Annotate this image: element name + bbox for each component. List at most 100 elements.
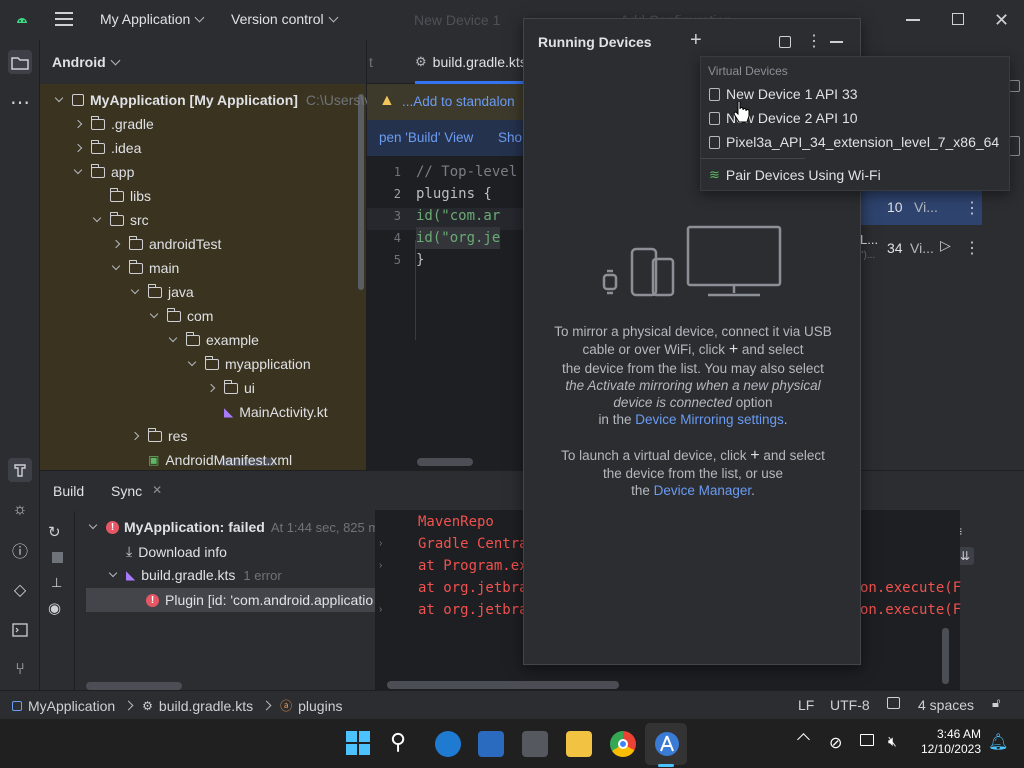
tree-item[interactable]: libs bbox=[94, 184, 151, 208]
inspection-icon[interactable] bbox=[887, 697, 900, 709]
chevron-right-icon[interactable] bbox=[73, 119, 83, 129]
device-mirroring-settings-link[interactable]: Device Mirroring settings bbox=[635, 412, 784, 427]
project-scrollbar[interactable] bbox=[358, 94, 364, 290]
device-manager-link[interactable]: Device Manager bbox=[654, 483, 752, 498]
minimize-window-button[interactable] bbox=[906, 19, 920, 21]
fold-arrow-icon[interactable]: › bbox=[379, 560, 382, 571]
file-encoding[interactable]: UTF-8 bbox=[830, 697, 870, 713]
problems-icon[interactable]: ⓘ bbox=[8, 538, 32, 562]
tree-item[interactable]: myapplication bbox=[187, 352, 311, 376]
chrome-icon[interactable] bbox=[610, 731, 636, 757]
chevron-right-icon[interactable] bbox=[73, 143, 83, 153]
stop-icon[interactable] bbox=[52, 552, 63, 563]
more-vertical-icon[interactable]: ⋮ bbox=[806, 31, 822, 51]
sync-result-root[interactable]: ! MyApplication: failed At 1:44 sec, 825… bbox=[88, 519, 386, 535]
gradle-file-row[interactable]: ◣ build.gradle.kts 1 error bbox=[108, 567, 282, 583]
device-option-1[interactable]: New Device 1 API 33 bbox=[709, 83, 858, 105]
tab-previous[interactable]: t bbox=[369, 54, 373, 70]
tree-item[interactable]: MyApplication [My Application] C:\Users\v… bbox=[54, 88, 379, 112]
notification-bell-icon[interactable]: 🔔︎ bbox=[988, 732, 1008, 752]
chevron-down-icon[interactable] bbox=[54, 93, 64, 103]
git-branch-icon[interactable]: ⑂ bbox=[8, 658, 32, 682]
visual-studio-icon[interactable] bbox=[478, 731, 504, 757]
terminal-icon[interactable] bbox=[8, 618, 32, 642]
unlock-icon[interactable]: 🔓︎ bbox=[992, 695, 1000, 711]
build-hammer-icon[interactable] bbox=[8, 458, 32, 482]
device-row-selected[interactable]: 10 Vi... ⋮ bbox=[860, 190, 982, 225]
android-studio-taskbar-icon[interactable] bbox=[654, 731, 680, 757]
chevron-right-icon[interactable] bbox=[130, 431, 140, 441]
tree-item[interactable]: src bbox=[92, 208, 149, 232]
chevron-down-icon[interactable] bbox=[168, 333, 178, 343]
tree-item[interactable]: .gradle bbox=[73, 112, 154, 136]
close-tab-icon[interactable]: ✕ bbox=[152, 483, 162, 499]
fold-arrow-icon[interactable]: › bbox=[379, 604, 382, 615]
windows-start-icon[interactable] bbox=[346, 731, 370, 755]
project-folder-icon[interactable] bbox=[8, 50, 32, 74]
breadcrumb-symbol[interactable]: plugins bbox=[298, 698, 342, 714]
open-build-view-link[interactable]: pen 'Build' View bbox=[379, 130, 473, 145]
tree-item[interactable]: res bbox=[130, 424, 187, 448]
add-to-standalone-link[interactable]: ...Add to standalon bbox=[402, 94, 515, 109]
display-icon[interactable] bbox=[860, 734, 874, 746]
line-separator[interactable]: LF bbox=[798, 697, 814, 713]
system-clock[interactable]: 3:46 AM 12/10/2023 bbox=[917, 727, 981, 757]
tree-item[interactable]: example bbox=[168, 328, 259, 352]
editor-hscrollbar[interactable] bbox=[417, 458, 473, 466]
device-option-2[interactable]: New Device 2 API 10 bbox=[709, 107, 858, 129]
tree-item[interactable]: ▣ AndroidManifest.xml bbox=[132, 448, 292, 472]
console-hscrollbar[interactable] bbox=[387, 681, 619, 689]
tab-build-gradle[interactable]: ⚙ build.gradle.kts bbox=[415, 54, 527, 70]
download-info-row[interactable]: ⤓ Download info bbox=[126, 543, 227, 560]
volume-muted-icon[interactable]: 🔇︎ bbox=[888, 733, 897, 750]
run-device-selector[interactable]: New Device 1 bbox=[414, 12, 500, 28]
launch-play-icon[interactable]: ▷ bbox=[940, 237, 951, 254]
tree-item[interactable]: ui bbox=[206, 376, 255, 400]
more-vertical-icon[interactable]: ⋮ bbox=[964, 198, 980, 218]
chevron-down-icon[interactable] bbox=[187, 357, 197, 367]
project-switcher[interactable]: My Application bbox=[100, 11, 205, 27]
tree-item[interactable]: .idea bbox=[73, 136, 141, 160]
show-link[interactable]: Sho bbox=[498, 130, 522, 145]
pin-icon[interactable]: ⊥ bbox=[51, 575, 62, 591]
tree-item[interactable]: androidTest bbox=[111, 232, 221, 256]
close-window-button[interactable]: ✕ bbox=[994, 10, 1009, 31]
tree-item[interactable]: main bbox=[111, 256, 179, 280]
chevron-down-icon[interactable] bbox=[73, 165, 83, 175]
main-menu-icon[interactable] bbox=[55, 11, 73, 27]
window-options-icon[interactable] bbox=[779, 36, 791, 48]
chevron-right-icon[interactable] bbox=[111, 239, 121, 249]
eye-icon[interactable]: ◉ bbox=[48, 599, 61, 617]
device-option-3[interactable]: Pixel3a_API_34_extension_level_7_x86_64 bbox=[709, 131, 999, 153]
file-explorer-icon[interactable] bbox=[566, 731, 592, 757]
add-device-plus-icon[interactable]: + bbox=[690, 29, 702, 52]
gem-icon[interactable]: ◇ bbox=[8, 578, 32, 602]
tab-sync[interactable]: Sync ✕ bbox=[111, 483, 162, 499]
chevron-down-icon[interactable] bbox=[111, 261, 121, 271]
maximize-window-button[interactable] bbox=[952, 13, 964, 25]
chevron-right-icon[interactable] bbox=[206, 383, 216, 393]
indent-setting[interactable]: 4 spaces bbox=[918, 697, 974, 713]
tree-hscrollbar[interactable] bbox=[86, 682, 182, 690]
search-icon[interactable]: ⚲ bbox=[390, 729, 416, 755]
logcat-cat-icon[interactable]: ☼ bbox=[8, 498, 32, 522]
more-tools-icon[interactable]: ⋯ bbox=[8, 90, 32, 114]
breadcrumb-file[interactable]: build.gradle.kts bbox=[159, 698, 253, 714]
more-vertical-icon[interactable]: ⋮ bbox=[964, 238, 980, 258]
edge-beta-icon[interactable] bbox=[435, 731, 461, 757]
device-row[interactable]: L... ")... 34 Vi... ▷ ⋮ bbox=[860, 226, 982, 266]
show-hidden-icons-icon[interactable] bbox=[797, 733, 810, 746]
tree-item[interactable]: com bbox=[149, 304, 213, 328]
project-view-selector[interactable]: Android bbox=[40, 40, 366, 84]
network-off-icon[interactable]: ⊘ bbox=[829, 733, 842, 753]
tab-build[interactable]: Build bbox=[53, 483, 84, 499]
notepad-icon[interactable] bbox=[522, 731, 548, 757]
plugin-error-row[interactable]: ! Plugin [id: 'com.android.applicatio bbox=[86, 588, 375, 612]
breadcrumb-project[interactable]: MyApplication bbox=[28, 698, 115, 714]
chevron-down-icon[interactable] bbox=[130, 285, 140, 295]
refresh-sync-icon[interactable]: ↻ bbox=[48, 523, 61, 541]
pair-devices-wifi-option[interactable]: ≋ Pair Devices Using Wi-Fi bbox=[709, 164, 881, 186]
console-scrollbar[interactable] bbox=[942, 628, 949, 684]
tree-item[interactable]: ◣ MainActivity.kt bbox=[208, 400, 328, 424]
hide-window-icon[interactable] bbox=[830, 41, 843, 43]
